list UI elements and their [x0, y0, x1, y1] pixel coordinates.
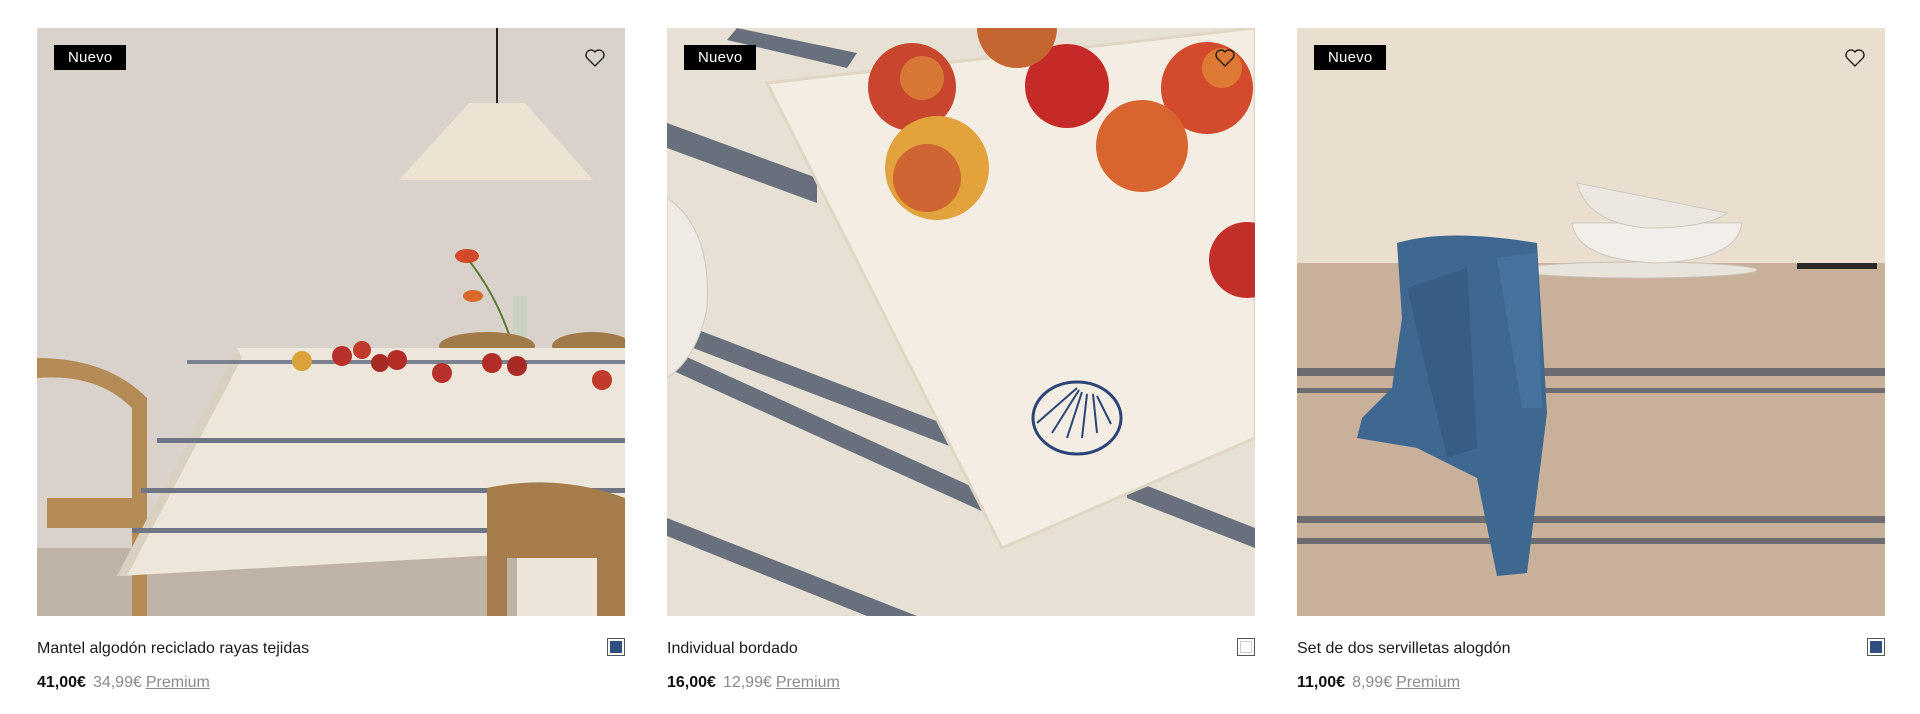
price-row: 41,00€ 34,99€ Premium [37, 674, 210, 692]
new-badge: Nuevo [1314, 45, 1387, 70]
product-image[interactable]: Nuevo [667, 28, 1255, 616]
premium-link[interactable]: Premium [146, 674, 210, 691]
color-swatch[interactable] [607, 638, 625, 656]
product-image[interactable]: Nuevo [1297, 28, 1885, 616]
heart-outline-icon[interactable] [1843, 46, 1867, 70]
heart-outline-icon[interactable] [1213, 46, 1237, 70]
premium-link[interactable]: Premium [1396, 674, 1460, 691]
product-card[interactable]: Nuevo Mantel algodón reciclado rayas tej… [37, 28, 625, 708]
current-price: 16,00€ [667, 674, 716, 691]
product-name[interactable]: Set de dos servilletas alogdón [1297, 640, 1510, 658]
premium-link[interactable]: Premium [776, 674, 840, 691]
product-image[interactable]: Nuevo [37, 28, 625, 616]
price-row: 11,00€ 8,99€ Premium [1297, 674, 1460, 692]
new-badge: Nuevo [54, 45, 127, 70]
heart-outline-icon[interactable] [583, 46, 607, 70]
color-swatch[interactable] [1867, 638, 1885, 656]
product-card[interactable]: Nuevo Individual bordado 16,00€ 12,99€ Pre… [667, 28, 1255, 708]
product-name[interactable]: Mantel algodón reciclado rayas tejidas [37, 640, 309, 658]
product-name[interactable]: Individual bordado [667, 640, 798, 658]
premium-price: 8,99€ [1352, 674, 1393, 691]
color-swatch[interactable] [1237, 638, 1255, 656]
current-price: 11,00€ [1297, 674, 1346, 691]
premium-price: 12,99€ [722, 674, 772, 691]
price-row: 16,00€ 12,99€ Premium [667, 674, 840, 692]
current-price: 41,00€ [37, 674, 86, 691]
premium-price: 34,99€ [92, 674, 142, 691]
new-badge: Nuevo [684, 45, 757, 70]
product-card[interactable]: Nuevo Set de dos servilletas alogdón 11,… [1297, 28, 1885, 708]
